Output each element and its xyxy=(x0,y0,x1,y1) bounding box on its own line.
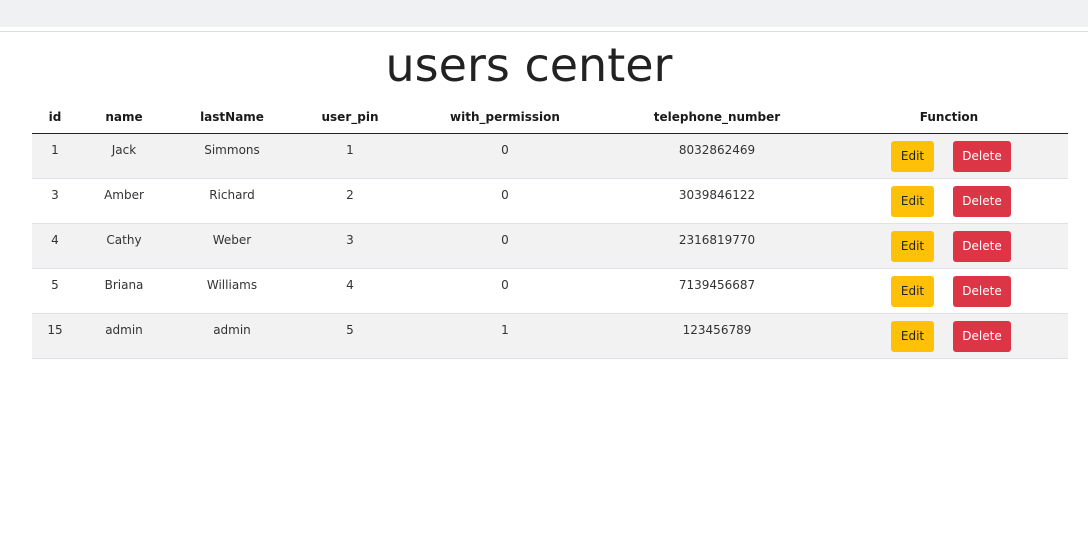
cell-telephone-number: 8032862469 xyxy=(604,133,830,179)
edit-button[interactable]: Edit xyxy=(891,140,934,172)
cell-lastname: admin xyxy=(170,313,294,359)
cell-user-pin: 2 xyxy=(294,178,406,224)
column-header-lastname: lastName xyxy=(170,101,294,134)
column-header-name: name xyxy=(78,101,170,134)
cell-lastname: Williams xyxy=(170,268,294,314)
cell-id: 3 xyxy=(32,178,78,224)
browser-top-bar xyxy=(0,0,1088,27)
cell-lastname: Simmons xyxy=(170,133,294,179)
delete-button[interactable]: Delete xyxy=(953,320,1011,352)
cell-with-permission: 0 xyxy=(406,133,604,179)
cell-telephone-number: 123456789 xyxy=(604,313,830,359)
users-table: id name lastName user_pin with_permissio… xyxy=(32,101,1068,359)
cell-id: 4 xyxy=(32,223,78,269)
cell-with-permission: 0 xyxy=(406,268,604,314)
cell-function: Edit Delete xyxy=(830,178,1068,224)
delete-button[interactable]: Delete xyxy=(953,275,1011,307)
edit-button[interactable]: Edit xyxy=(891,185,934,217)
edit-button[interactable]: Edit xyxy=(891,320,934,352)
cell-with-permission: 0 xyxy=(406,178,604,224)
column-header-function: Function xyxy=(830,101,1068,134)
cell-function: Edit Delete xyxy=(830,223,1068,269)
cell-name: Cathy xyxy=(78,223,170,269)
cell-id: 1 xyxy=(32,133,78,179)
edit-button[interactable]: Edit xyxy=(891,275,934,307)
cell-id: 5 xyxy=(32,268,78,314)
table-row: 5 Briana Williams 4 0 7139456687 Edit Del… xyxy=(32,268,1068,314)
cell-lastname: Richard xyxy=(170,178,294,224)
column-header-user-pin: user_pin xyxy=(294,101,406,134)
cell-lastname: Weber xyxy=(170,223,294,269)
cell-with-permission: 0 xyxy=(406,223,604,269)
table-header-row: id name lastName user_pin with_permissio… xyxy=(32,101,1068,134)
edit-button[interactable]: Edit xyxy=(891,230,934,262)
cell-function: Edit Delete xyxy=(830,133,1068,179)
page-title: users center xyxy=(385,38,673,92)
cell-user-pin: 3 xyxy=(294,223,406,269)
column-header-with-permission: with_permission xyxy=(406,101,604,134)
table-row: 4 Cathy Weber 3 0 2316819770 Edit Delete xyxy=(32,223,1068,269)
cell-with-permission: 1 xyxy=(406,313,604,359)
cell-function: Edit Delete xyxy=(830,268,1068,314)
column-header-telephone-number: telephone_number xyxy=(604,101,830,134)
cell-name: Briana xyxy=(78,268,170,314)
delete-button[interactable]: Delete xyxy=(953,230,1011,262)
delete-button[interactable]: Delete xyxy=(953,185,1011,217)
table-row: 1 Jack Simmons 1 0 8032862469 Edit Delete xyxy=(32,133,1068,179)
cell-telephone-number: 2316819770 xyxy=(604,223,830,269)
column-header-id: id xyxy=(32,101,78,134)
cell-telephone-number: 7139456687 xyxy=(604,268,830,314)
cell-name: Amber xyxy=(78,178,170,224)
cell-id: 15 xyxy=(32,313,78,359)
cell-name: Jack xyxy=(78,133,170,179)
table-row: 15 admin admin 5 1 123456789 Edit Delete xyxy=(32,313,1068,359)
cell-function: Edit Delete xyxy=(830,313,1068,359)
cell-user-pin: 1 xyxy=(294,133,406,179)
cell-user-pin: 4 xyxy=(294,268,406,314)
cell-telephone-number: 3039846122 xyxy=(604,178,830,224)
delete-button[interactable]: Delete xyxy=(953,140,1011,172)
top-divider xyxy=(0,31,1088,32)
table-row: 3 Amber Richard 2 0 3039846122 Edit Delet… xyxy=(32,178,1068,224)
cell-name: admin xyxy=(78,313,170,359)
cell-user-pin: 5 xyxy=(294,313,406,359)
